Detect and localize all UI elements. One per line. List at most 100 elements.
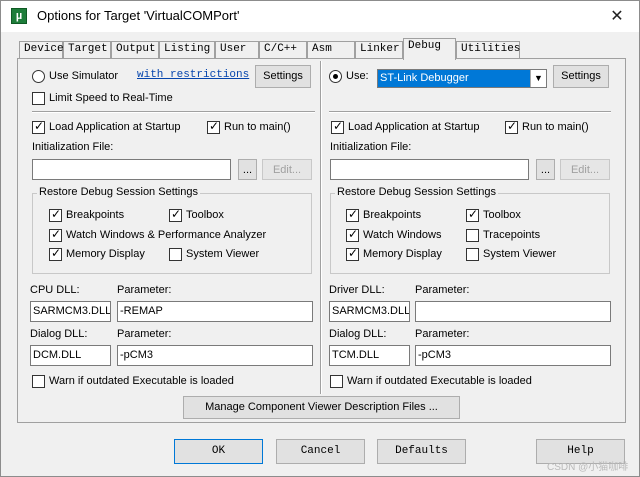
chevron-down-icon[interactable]: ▼ [530, 70, 546, 87]
watch-label-left: Watch Windows & Performance Analyzer [66, 229, 267, 241]
tab-utilities[interactable]: Utilities [456, 41, 520, 58]
init-file-input-left[interactable] [32, 159, 231, 180]
memory-checkbox-right[interactable]: ✓ [346, 246, 359, 261]
tab-device[interactable]: Device [19, 41, 64, 58]
init-file-label-right: Initialization File: [330, 141, 412, 153]
limit-speed-label: Limit Speed to Real-Time [49, 92, 173, 104]
tracepoints-label-right: Tracepoints [483, 229, 541, 241]
check-mark-icon: ✓ [51, 227, 62, 241]
manage-component-viewer-button[interactable]: Manage Component Viewer Description File… [183, 396, 460, 419]
system-viewer-checkbox-left[interactable] [169, 248, 182, 261]
load-app-label-right: Load Application at Startup [348, 121, 480, 133]
run-main-label-right: Run to main() [522, 121, 589, 133]
limit-speed-checkbox[interactable] [32, 92, 45, 105]
toolbox-label-right: Toolbox [483, 209, 521, 221]
tab-target[interactable]: Target [63, 41, 111, 58]
check-mark-icon: ✓ [209, 119, 220, 133]
use-debugger-radio[interactable] [329, 70, 342, 83]
load-app-label-left: Load Application at Startup [49, 121, 181, 133]
load-app-checkbox-left[interactable]: ✓ [32, 119, 45, 134]
init-file-browse-right[interactable]: ... [536, 159, 555, 180]
tab-user[interactable]: User [215, 41, 259, 58]
debug-tab-panel: Use Simulator with restrictions Settings… [17, 58, 626, 423]
check-mark-icon: ✓ [171, 207, 182, 221]
breakpoints-label-left: Breakpoints [66, 209, 125, 221]
tab-output[interactable]: Output [111, 41, 159, 58]
tab-debug[interactable]: Debug [403, 38, 456, 60]
close-icon[interactable]: ✕ [595, 1, 639, 32]
keil-app-icon: µ [11, 8, 27, 24]
check-mark-icon: ✓ [507, 119, 518, 133]
use-simulator-radio[interactable] [32, 70, 45, 83]
debugger-settings-button[interactable]: Settings [553, 65, 609, 88]
options-dialog: µ Options for Target 'VirtualCOMPort' ✕ … [0, 0, 640, 477]
warn-outdated-checkbox-left[interactable] [32, 375, 45, 388]
cpu-dll-label: CPU DLL: [30, 284, 80, 296]
dialog-param-label-left: Parameter: [117, 328, 172, 340]
warn-outdated-checkbox-right[interactable] [330, 375, 343, 388]
cpu-dll-input[interactable]: SARMCM3.DLL [30, 301, 111, 322]
breakpoints-checkbox-left[interactable]: ✓ [49, 207, 62, 222]
init-file-input-right[interactable] [330, 159, 529, 180]
memory-label-right: Memory Display [363, 248, 442, 260]
check-mark-icon: ✓ [34, 119, 45, 133]
ok-button[interactable]: OK [174, 439, 263, 464]
window-title: Options for Target 'VirtualCOMPort' [37, 8, 240, 23]
left-separator [32, 111, 315, 113]
breakpoints-label-right: Breakpoints [363, 209, 422, 221]
breakpoints-checkbox-right[interactable]: ✓ [346, 207, 359, 222]
watermark: CSDN @小猫咖啡 [547, 462, 629, 473]
toolbox-checkbox-right[interactable]: ✓ [466, 207, 479, 222]
right-separator [329, 111, 611, 113]
warn-outdated-label-right: Warn if outdated Executable is loaded [347, 375, 532, 387]
run-main-checkbox-right[interactable]: ✓ [505, 119, 518, 134]
with-restrictions-link[interactable]: with restrictions [137, 69, 249, 81]
debugger-select[interactable]: ST-Link Debugger [377, 69, 547, 88]
toolbox-label-left: Toolbox [186, 209, 224, 221]
cpu-param-input[interactable]: -REMAP [117, 301, 313, 322]
dialog-dll-input-right[interactable]: TCM.DLL [329, 345, 410, 366]
system-viewer-label-right: System Viewer [483, 248, 557, 260]
watch-checkbox-right[interactable]: ✓ [346, 227, 359, 242]
watch-label-right: Watch Windows [363, 229, 442, 241]
init-file-browse-left[interactable]: ... [238, 159, 257, 180]
cancel-button[interactable]: Cancel [276, 439, 365, 464]
restore-settings-title-right: Restore Debug Session Settings [335, 186, 498, 198]
system-viewer-label-left: System Viewer [186, 248, 260, 260]
warn-outdated-label-left: Warn if outdated Executable is loaded [49, 375, 234, 387]
tab-cpp[interactable]: C/C++ [259, 41, 307, 58]
tab-linker[interactable]: Linker [355, 41, 403, 58]
check-mark-icon: ✓ [348, 207, 359, 221]
init-file-edit-right[interactable]: Edit... [560, 159, 610, 180]
driver-dll-label: Driver DLL: [329, 284, 385, 296]
driver-dll-input[interactable]: SARMCM3.DLL [329, 301, 410, 322]
tab-asm[interactable]: Asm [307, 41, 355, 58]
use-debugger-label: Use: [346, 70, 369, 82]
dialog-param-input-right[interactable]: -pCM3 [415, 345, 611, 366]
tab-listing[interactable]: Listing [159, 41, 215, 58]
check-mark-icon: ✓ [333, 119, 344, 133]
memory-label-left: Memory Display [66, 248, 145, 260]
init-file-edit-left[interactable]: Edit... [262, 159, 312, 180]
check-mark-icon: ✓ [51, 207, 62, 221]
toolbox-checkbox-left[interactable]: ✓ [169, 207, 182, 222]
restore-settings-title-left: Restore Debug Session Settings [37, 186, 200, 198]
run-main-checkbox-left[interactable]: ✓ [207, 119, 220, 134]
dialog-dll-input-left[interactable]: DCM.DLL [30, 345, 111, 366]
system-viewer-checkbox-right[interactable] [466, 248, 479, 261]
init-file-label-left: Initialization File: [32, 141, 114, 153]
check-mark-icon: ✓ [468, 207, 479, 221]
simulator-settings-button[interactable]: Settings [255, 65, 311, 88]
watch-checkbox-left[interactable]: ✓ [49, 227, 62, 242]
tracepoints-checkbox-right[interactable] [466, 229, 479, 242]
load-app-checkbox-right[interactable]: ✓ [331, 119, 344, 134]
check-mark-icon: ✓ [348, 227, 359, 241]
dialog-param-label-right: Parameter: [415, 328, 470, 340]
defaults-button[interactable]: Defaults [377, 439, 466, 464]
dialog-dll-label-right: Dialog DLL: [329, 328, 387, 340]
driver-param-label: Parameter: [415, 284, 470, 296]
driver-param-input[interactable] [415, 301, 611, 322]
memory-checkbox-left[interactable]: ✓ [49, 246, 62, 261]
radio-dot-icon [333, 74, 338, 79]
dialog-param-input-left[interactable]: -pCM3 [117, 345, 313, 366]
